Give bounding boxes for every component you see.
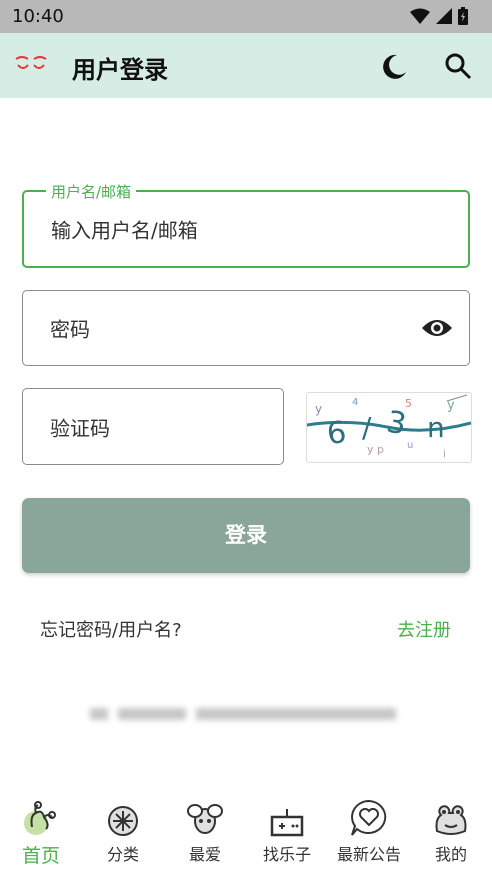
nav-label-profile: 我的 <box>434 845 467 864</box>
nav-label-favorite: 最爱 <box>188 845 221 864</box>
announcement-heart-icon <box>351 799 387 836</box>
svg-text:4: 4 <box>352 397 358 408</box>
svg-text:3: 3 <box>384 405 409 443</box>
nav-item-profile[interactable]: 我的 <box>410 795 492 875</box>
status-bar: 10:40 <box>0 0 492 33</box>
nav-label-announcement: 最新公告 <box>336 845 401 864</box>
forgot-password-link[interactable]: 忘记密码/用户名? <box>40 616 182 642</box>
home-frog-icon <box>24 801 56 835</box>
svg-text:y: y <box>315 402 322 416</box>
svg-text:i: i <box>443 449 446 460</box>
username-placeholder: 输入用户名/邮箱 <box>51 218 198 243</box>
svg-text:/: / <box>362 411 372 444</box>
page-title: 用户登录 <box>72 56 168 84</box>
nav-label-home: 首页 <box>21 845 60 867</box>
captcha-image[interactable]: y 4 5 y y p u i 6 / 3 n <box>306 392 472 463</box>
dark-mode-moon-icon[interactable] <box>379 52 409 82</box>
category-icon <box>108 806 138 836</box>
captcha-graphic: y 4 5 y y p u i 6 / 3 n <box>307 394 471 460</box>
svg-text:6: 6 <box>325 415 349 452</box>
status-icons <box>410 7 468 25</box>
favorite-bug-icon <box>187 804 223 834</box>
nav-label-fun: 找乐子 <box>262 845 311 864</box>
battery-icon <box>458 7 468 25</box>
wifi-icon <box>410 8 430 24</box>
gamepad-icon <box>270 809 304 837</box>
svg-text:n: n <box>427 411 445 444</box>
nav-item-announcement[interactable]: 最新公告 <box>328 795 410 875</box>
app-logo-icon <box>15 56 47 69</box>
nav-item-category[interactable]: 分类 <box>82 795 164 875</box>
nav-item-home[interactable]: 首页 <box>0 795 82 875</box>
search-icon[interactable] <box>444 52 472 80</box>
register-link[interactable]: 去注册 <box>397 616 451 642</box>
captcha-placeholder: 验证码 <box>50 416 110 440</box>
password-placeholder: 密码 <box>50 317 90 342</box>
svg-text:u: u <box>407 440 413 451</box>
nav-item-favorite[interactable]: 最爱 <box>164 795 246 875</box>
captcha-input-field[interactable]: 验证码 <box>22 388 284 465</box>
password-field[interactable]: 密码 <box>22 290 470 366</box>
show-password-eye-icon[interactable] <box>421 316 453 340</box>
username-field[interactable]: 用户名/邮箱 输入用户名/邮箱 <box>22 181 470 268</box>
app-bar: 用户登录 <box>0 33 492 98</box>
svg-text:y p: y p <box>367 443 384 456</box>
signal-icon <box>436 8 452 24</box>
bottom-nav: 首页 分类 最爱 找乐子 最新公告 我的 <box>0 795 492 875</box>
blurred-footer-text <box>86 702 406 726</box>
status-time: 10:40 <box>12 6 64 27</box>
profile-frog-icon <box>435 805 467 835</box>
login-button[interactable]: 登录 <box>22 498 470 573</box>
nav-item-fun[interactable]: 找乐子 <box>246 795 328 875</box>
username-label: 用户名/邮箱 <box>46 181 137 202</box>
nav-label-category: 分类 <box>106 845 139 864</box>
